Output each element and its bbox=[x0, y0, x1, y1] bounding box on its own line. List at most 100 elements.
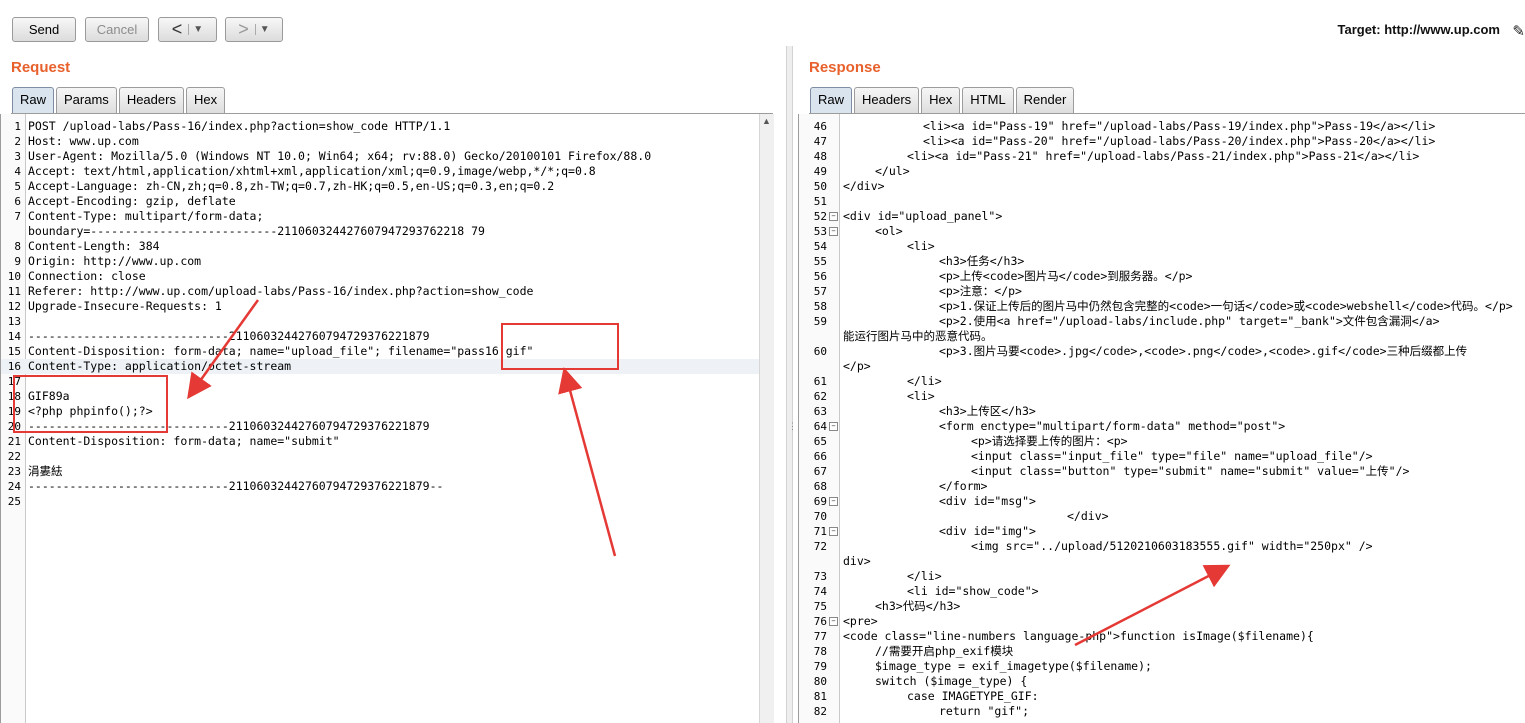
chevron-down-icon: ▼ bbox=[254, 24, 270, 35]
line-number: 63 bbox=[813, 405, 827, 418]
forward-button[interactable]: > ▼ bbox=[225, 17, 283, 42]
code-line: 60 <p>3.图片马要<code>.jpg</code>,<code>.png<… bbox=[799, 344, 1525, 359]
line-number: 49 bbox=[813, 165, 827, 178]
tab-html[interactable]: HTML bbox=[962, 87, 1014, 113]
tab-render[interactable]: Render bbox=[1015, 87, 1075, 113]
pencil-icon[interactable]: ✎ bbox=[1512, 22, 1525, 40]
response-editor[interactable]: 46 <li><a id="Pass-19" href="/upload-labs… bbox=[798, 114, 1525, 723]
code-line: 49 </ul> bbox=[799, 164, 1525, 179]
line-number: 76 bbox=[813, 615, 827, 628]
line-text: Upgrade-Insecure-Requests: 1 bbox=[28, 299, 222, 313]
line-text: Content-Type: multipart/form-data; bbox=[28, 209, 264, 223]
code-line: 81 case IMAGETYPE_GIF: bbox=[799, 689, 1525, 704]
code-line: 48 <li><a id="Pass-21" href="/upload-labs… bbox=[799, 149, 1525, 164]
line-text: <h3>代码</h3> bbox=[875, 599, 961, 613]
line-text: Accept: text/html,application/xhtml+xml,… bbox=[28, 164, 596, 178]
line-text: </li> bbox=[907, 569, 942, 583]
line-text: <p>1.保证上传后的图片马中仍然包含完整的<code>一句话</code>或<… bbox=[939, 299, 1513, 313]
line-text: <li> bbox=[907, 239, 935, 253]
line-number: 68 bbox=[813, 480, 827, 493]
line-number: 77 bbox=[813, 630, 827, 643]
line-number: 59 bbox=[813, 315, 827, 328]
line-number: 69 bbox=[813, 495, 827, 508]
code-line: 72 <img src="../upload/5120210603183555.g… bbox=[799, 539, 1525, 554]
line-text: Accept-Encoding: gzip, deflate bbox=[28, 194, 236, 208]
tab-headers[interactable]: Headers bbox=[118, 87, 184, 113]
scroll-up-icon[interactable]: ▲ bbox=[762, 116, 771, 126]
code-line: 66 <input class="input_file" type="file" … bbox=[799, 449, 1525, 464]
cancel-button[interactable]: Cancel bbox=[85, 17, 149, 42]
line-text: <img src="../upload/5120210603183555.gif… bbox=[971, 539, 1373, 553]
fold-toggle-icon[interactable]: − bbox=[829, 227, 838, 236]
fold-toggle-icon[interactable]: − bbox=[829, 422, 838, 431]
tab-raw[interactable]: Raw bbox=[810, 87, 853, 113]
fold-toggle-icon[interactable]: − bbox=[829, 212, 838, 221]
tab-hex[interactable]: Hex bbox=[921, 87, 961, 113]
code-line: 62 <li> bbox=[799, 389, 1525, 404]
response-title: Response bbox=[809, 59, 881, 76]
line-text: </div> bbox=[1067, 509, 1109, 523]
request-title: Request bbox=[11, 59, 71, 76]
line-number: 65 bbox=[813, 435, 827, 448]
line-text: <p>2.使用<a href="/upload-labs/include.php… bbox=[939, 314, 1440, 328]
line-text: <input class="button" type="submit" name… bbox=[971, 464, 1410, 478]
line-text: -----------------------------21106032442… bbox=[28, 479, 444, 493]
code-line: 76− <pre> bbox=[799, 614, 1525, 629]
line-text: POST /upload-labs/Pass-16/index.php?acti… bbox=[28, 119, 451, 133]
fold-toggle-icon[interactable]: − bbox=[829, 527, 838, 536]
line-number: 57 bbox=[813, 285, 827, 298]
forward-arrow-icon: > bbox=[238, 19, 249, 39]
line-number: 53 bbox=[813, 225, 827, 238]
back-button[interactable]: < ▼ bbox=[158, 17, 217, 42]
code-line: 47 <li><a id="Pass-20" href="/upload-labs… bbox=[799, 134, 1525, 149]
line-text: </div> bbox=[843, 179, 885, 193]
fold-toggle-icon[interactable]: − bbox=[829, 617, 838, 626]
line-text: <li> bbox=[907, 389, 935, 403]
code-line: 52− <div id="upload_panel"> bbox=[799, 209, 1525, 224]
tab-headers[interactable]: Headers bbox=[854, 87, 920, 113]
line-number: 78 bbox=[813, 645, 827, 658]
send-button[interactable]: Send bbox=[12, 17, 76, 42]
line-number: 13 bbox=[7, 315, 21, 328]
pane-splitter[interactable]: ⋮ bbox=[786, 46, 797, 723]
line-text: //需要开启php_exif模块 bbox=[875, 644, 1014, 658]
code-line: 56 <p>上传<code>图片马</code>到服务器。</p> bbox=[799, 269, 1525, 284]
line-text: <form enctype="multipart/form-data" meth… bbox=[939, 419, 1286, 433]
line-number: 10 bbox=[7, 270, 21, 283]
line-number: 70 bbox=[813, 510, 827, 523]
line-text: return "gif"; bbox=[939, 704, 1030, 718]
line-number: 6 bbox=[14, 195, 21, 208]
code-line: 24 -----------------------------211060324… bbox=[1, 479, 760, 494]
line-number: 67 bbox=[813, 465, 827, 478]
line-number: 2 bbox=[14, 135, 21, 148]
line-text: 能运行图片马中的恶意代码。 bbox=[843, 329, 993, 343]
code-line: boundary=---------------------------2110… bbox=[1, 224, 760, 239]
line-text: <li><a id="Pass-21" href="/upload-labs/P… bbox=[907, 149, 1420, 163]
line-text: User-Agent: Mozilla/5.0 (Windows NT 10.0… bbox=[28, 149, 652, 163]
line-number: 5 bbox=[14, 180, 21, 193]
code-line: 57 <p>注意：</p> bbox=[799, 284, 1525, 299]
line-number: 8 bbox=[14, 240, 21, 253]
request-scrollbar[interactable]: ▲ bbox=[759, 114, 774, 723]
line-text: <p>注意：</p> bbox=[939, 284, 1022, 298]
back-arrow-icon: < bbox=[171, 19, 183, 39]
code-line: 71− <div id="img"> bbox=[799, 524, 1525, 539]
line-text: <pre> bbox=[843, 614, 878, 628]
line-number: 64 bbox=[813, 420, 827, 433]
tab-params[interactable]: Params bbox=[56, 87, 117, 113]
line-text: Connection: close bbox=[28, 269, 146, 283]
tab-raw[interactable]: Raw bbox=[12, 87, 55, 113]
code-line: 82 return "gif"; bbox=[799, 704, 1525, 719]
line-number: 11 bbox=[7, 285, 21, 298]
fold-toggle-icon[interactable]: − bbox=[829, 497, 838, 506]
code-line: 55 <h3>任务</h3> bbox=[799, 254, 1525, 269]
code-line: 11 Referer: http://www.up.com/upload-labs… bbox=[1, 284, 760, 299]
filename-highlight-box bbox=[501, 323, 619, 370]
line-text: <li><a id="Pass-19" href="/upload-labs/P… bbox=[923, 119, 1436, 133]
line-number: 52 bbox=[813, 210, 827, 223]
line-number: 7 bbox=[14, 210, 21, 223]
line-number: 3 bbox=[14, 150, 21, 163]
tab-hex[interactable]: Hex bbox=[185, 87, 226, 113]
line-text: <input class="input_file" type="file" na… bbox=[971, 449, 1373, 463]
line-text: Content-Disposition: form-data; name="su… bbox=[28, 434, 340, 448]
